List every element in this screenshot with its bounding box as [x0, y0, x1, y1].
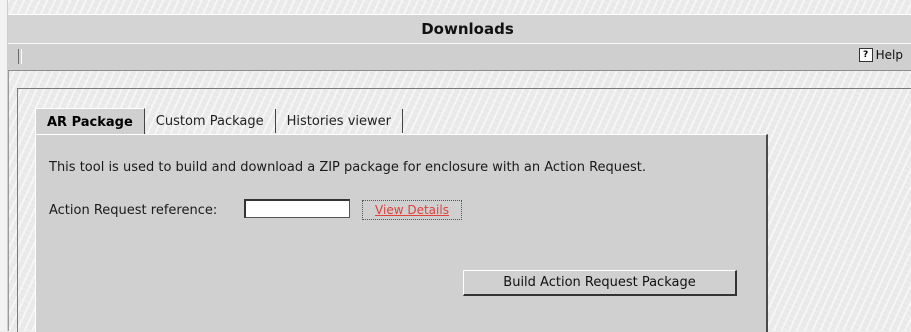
- view-details-link[interactable]: View Details: [362, 200, 462, 220]
- left-edge: [0, 0, 8, 331]
- tab-histories-viewer[interactable]: Histories viewer: [276, 109, 403, 133]
- tool-description: This tool is used to build and download …: [49, 160, 647, 175]
- toolbar-grip: [18, 49, 22, 64]
- reference-input[interactable]: [244, 199, 350, 218]
- help-label: Help: [875, 48, 903, 62]
- tab-bar: AR Package Custom Package Histories view…: [35, 108, 403, 135]
- help-button[interactable]: ? Help: [858, 48, 903, 62]
- build-package-button[interactable]: Build Action Request Package: [463, 270, 737, 296]
- left-divider: [8, 58, 9, 331]
- tab-custom-package[interactable]: Custom Package: [145, 109, 276, 133]
- tab-ar-package[interactable]: AR Package: [35, 108, 145, 135]
- reference-label: Action Request reference:: [49, 203, 218, 218]
- page-title: Downloads: [421, 20, 514, 38]
- help-icon: ?: [858, 48, 873, 62]
- toolbar: ? Help: [8, 43, 911, 71]
- title-bar: Downloads: [8, 14, 911, 44]
